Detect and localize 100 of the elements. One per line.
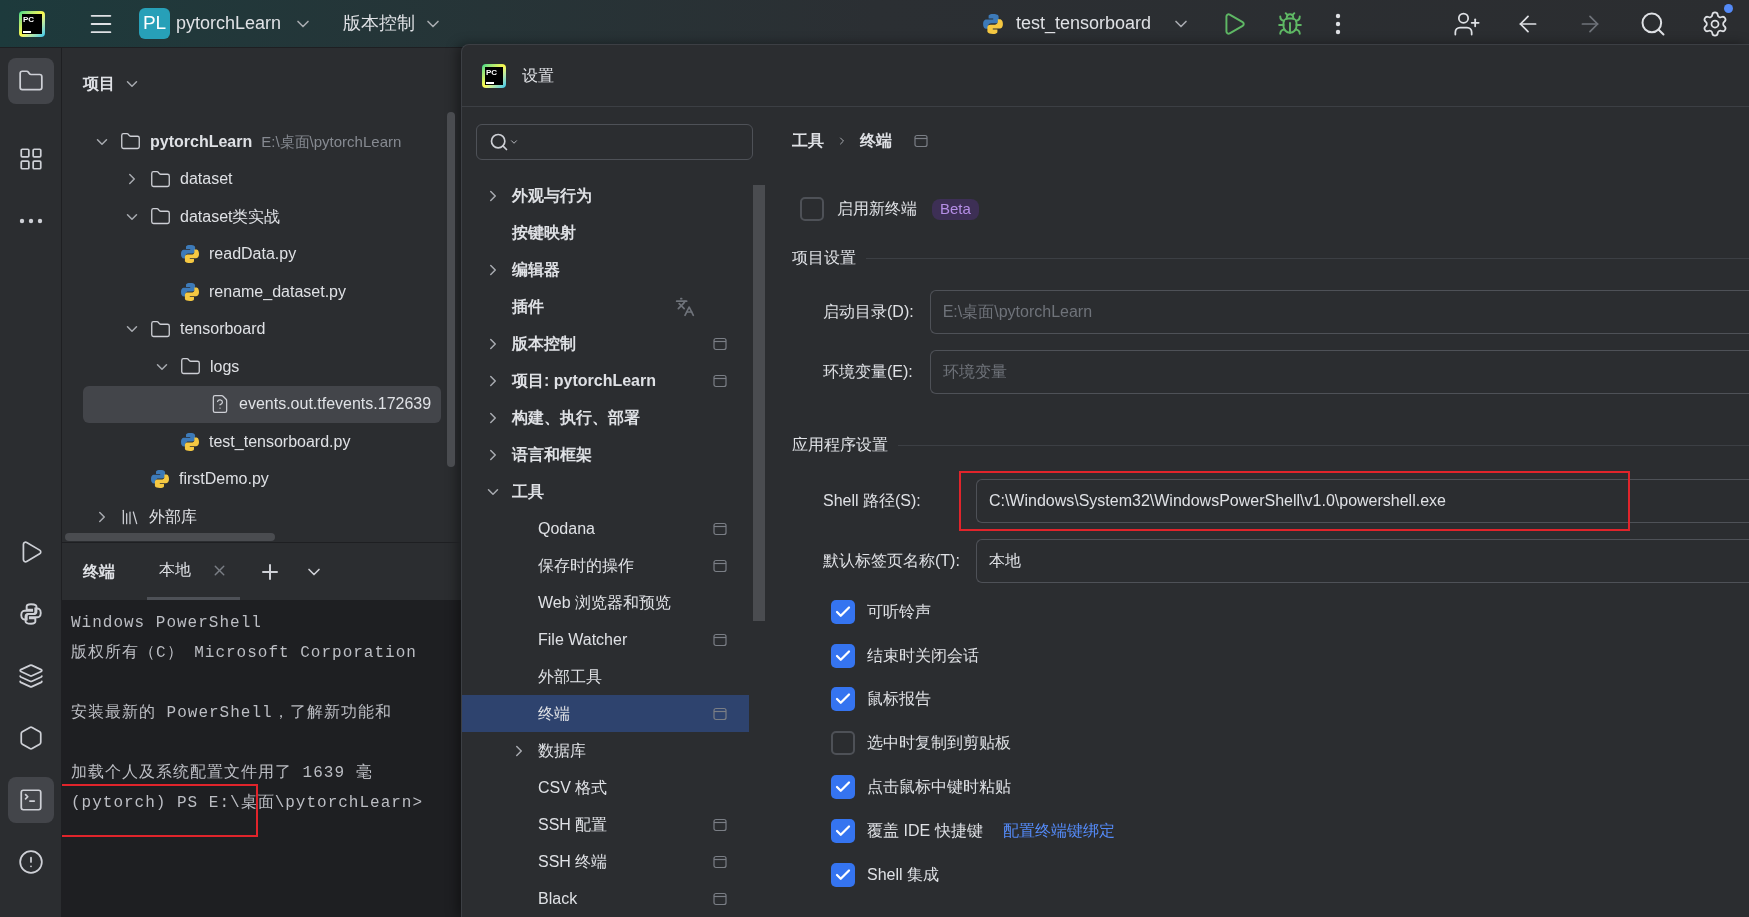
nav-item-label: 工具: [512, 481, 545, 502]
nav-item-label: Black: [538, 888, 579, 909]
project-switcher[interactable]: PL pytorchLearn: [139, 8, 314, 39]
section-title: 应用程序设置: [792, 435, 888, 455]
nav-item-label: 版本控制: [512, 333, 577, 354]
settings-nav-item[interactable]: 插件: [462, 288, 749, 325]
terminal-line: Windows PowerShell: [71, 613, 262, 634]
settings-search-field[interactable]: [476, 124, 753, 160]
checkbox[interactable]: [831, 687, 855, 712]
project-scope-icon: [713, 521, 727, 536]
nav-item-label: 外部工具: [538, 666, 603, 687]
nav-item-label: File Watcher: [538, 629, 629, 650]
tree-item[interactable]: dataset类实战: [83, 198, 441, 236]
scrollbar[interactable]: [447, 112, 455, 467]
nav-item-label: CSV 格式: [538, 777, 609, 798]
text-field[interactable]: C:\Windows\System32\WindowsPowerShell\v1.0\powershell.exe: [975, 479, 1749, 523]
terminal-line: 安装最新的 PowerShell，了解新功能和: [71, 702, 392, 724]
tree-item-label: rename_dataset.py: [209, 281, 346, 302]
nav-item-label: 数据库: [538, 740, 587, 761]
tree-item-label: pytorchLearn: [150, 131, 253, 152]
settings-nav-item[interactable]: 语言和框架: [462, 436, 749, 473]
settings-nav-item[interactable]: File Watcher: [462, 621, 749, 658]
nav-item-label: 构建、执行、部署: [512, 407, 641, 428]
tree-item[interactable]: 外部库: [83, 498, 441, 536]
python-icon: [180, 281, 200, 302]
tool-window-button[interactable]: [7, 58, 54, 104]
settings-nav-item[interactable]: Qodana: [462, 510, 749, 547]
tree-item-label: tensorboard: [180, 319, 266, 340]
nav-item-label: 项目: pytorchLearn: [512, 370, 657, 391]
settings-nav-item[interactable]: 终端: [462, 695, 749, 732]
python-icon: [180, 431, 200, 452]
field-label: 环境变量(E):: [823, 362, 914, 382]
python-icon: [150, 469, 170, 490]
project-scope-icon: [713, 854, 727, 869]
nav-item-label: 编辑器: [512, 259, 561, 280]
settings-nav-item[interactable]: 工具: [462, 473, 749, 510]
settings-nav-item[interactable]: 外观与行为: [462, 177, 749, 214]
settings-nav-item[interactable]: 按键映射: [462, 214, 749, 251]
checkbox[interactable]: [831, 775, 855, 800]
run-config-selector[interactable]: test_tensorboard: [981, 10, 1191, 37]
checkbox[interactable]: [831, 731, 855, 756]
settings-nav-item[interactable]: Web 浏览器和预览: [462, 584, 749, 621]
nav-item-label: 按键映射: [512, 222, 577, 243]
bug-icon: [1277, 10, 1303, 37]
project-view-selector[interactable]: 项目: [83, 72, 141, 96]
app-logo: PC: [482, 63, 506, 88]
python-icon: [17, 601, 44, 627]
vcs-menu[interactable]: 版本控制: [343, 10, 444, 37]
tool-window-button[interactable]: [7, 777, 54, 823]
tree-item[interactable]: rename_dataset.py: [83, 273, 441, 311]
field-label: 启动目录(D):: [823, 302, 914, 322]
structure-icon: [17, 146, 44, 172]
unknown-file-icon: [210, 394, 230, 415]
tree-item[interactable]: logs: [83, 348, 441, 386]
nav-item-label: SSH 终端: [538, 851, 609, 872]
tree-item[interactable]: tensorboard: [83, 310, 441, 348]
tree-item-label: test_tensorboard.py: [209, 431, 351, 452]
settings-nav-item[interactable]: 保存时的操作: [462, 547, 749, 584]
nav-item-label: Web 浏览器和预览: [538, 592, 673, 613]
tree-item[interactable]: test_tensorboard.py: [83, 423, 441, 461]
option-label: 可听铃声: [867, 601, 931, 622]
project-scope-icon: [713, 817, 727, 832]
terminal-line: 版权所有（C） Microsoft Corporation: [71, 643, 417, 664]
tree-item[interactable]: firstDemo.py: [83, 460, 441, 498]
text-field[interactable]: 本地: [975, 539, 1749, 583]
breadcrumb-item[interactable]: 终端: [860, 129, 892, 153]
settings-nav-item[interactable]: 构建、执行、部署: [462, 399, 749, 436]
keybinding-link[interactable]: 配置终端键绑定: [1002, 818, 1115, 843]
settings-nav-item[interactable]: 版本控制: [462, 325, 749, 362]
tree-item[interactable]: dataset: [83, 160, 441, 198]
project-scope-icon: [713, 632, 727, 647]
option-label: Shell 集成: [867, 864, 940, 885]
settings-nav-item[interactable]: 编辑器: [462, 251, 749, 288]
checkbox[interactable]: [831, 643, 855, 668]
scrollbar[interactable]: [65, 533, 275, 541]
checkbox[interactable]: [831, 599, 855, 624]
tree-item[interactable]: pytorchLearn E:\桌面\pytorchLearn: [83, 123, 441, 161]
option-label: 覆盖 IDE 快捷键: [867, 820, 983, 841]
nav-item-label: 插件: [512, 296, 545, 317]
breadcrumb-item[interactable]: 工具: [792, 129, 824, 153]
scrollbar[interactable]: [753, 185, 765, 621]
settings-nav-item[interactable]: CSV 格式: [462, 769, 749, 806]
checkbox[interactable]: [831, 818, 855, 843]
checkbox[interactable]: [831, 862, 855, 887]
nav-item-label: 外观与行为: [512, 185, 593, 206]
settings-nav-item[interactable]: Black: [462, 880, 749, 917]
settings-nav-item[interactable]: 数据库: [462, 732, 749, 769]
settings-nav-item[interactable]: SSH 终端: [462, 843, 749, 880]
folder-icon: [150, 168, 171, 190]
terminal-line: 加载个人及系统配置文件用了 1639 毫: [71, 762, 373, 784]
checkbox[interactable]: [800, 197, 824, 221]
settings-nav-item[interactable]: SSH 配置: [462, 806, 749, 843]
settings-nav-item[interactable]: 项目: pytorchLearn: [462, 362, 749, 399]
tree-item[interactable]: events.out.tfevents.172639: [83, 385, 441, 423]
settings-nav-item[interactable]: 外部工具: [462, 658, 749, 695]
tree-item-label: events.out.tfevents.172639: [239, 394, 432, 415]
python-icon: [981, 12, 1004, 35]
tree-item[interactable]: readData.py: [83, 235, 441, 273]
section-title: 项目设置: [792, 248, 856, 268]
more-icon: [18, 218, 43, 224]
